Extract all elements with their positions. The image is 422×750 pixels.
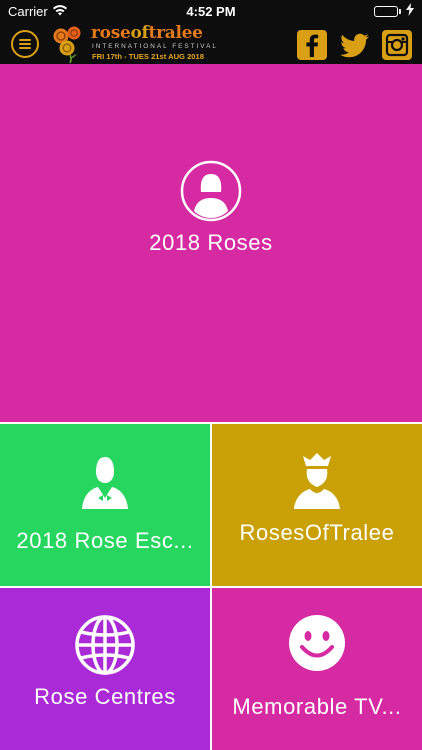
tile-label: 2018 Rose Esc... <box>16 528 194 553</box>
tile-memorable-tv[interactable]: Memorable TV... <box>212 588 422 750</box>
charging-icon <box>406 3 414 19</box>
roses-logo-icon <box>53 26 81 63</box>
woman-avatar-icon <box>180 160 242 222</box>
brand-tralee: tralee <box>148 23 203 43</box>
brand-name: roseoftralee <box>91 23 203 43</box>
twitter-button[interactable] <box>339 30 369 60</box>
tile-2018-roses[interactable]: 2018 Roses <box>0 64 422 422</box>
brand-of: of <box>130 23 149 43</box>
menu-icon-line <box>19 43 31 45</box>
tile-label: Rose Centres <box>34 684 176 709</box>
menu-button[interactable] <box>11 30 39 58</box>
man-escort-icon <box>82 457 128 509</box>
festival-logo[interactable]: roseoftralee INTERNATIONAL FESTIVAL FRI … <box>50 23 216 64</box>
crowned-person-icon <box>294 453 340 509</box>
smiley-icon <box>289 615 345 671</box>
festival-dates: FRI 17th - TUES 21st AUG 2018 <box>92 52 204 61</box>
facebook-button[interactable] <box>297 30 327 60</box>
menu-icon-line <box>19 39 31 41</box>
brand-rose: rose <box>91 23 131 43</box>
menu-icon-line <box>19 47 31 49</box>
app-header: roseoftralee INTERNATIONAL FESTIVAL FRI … <box>0 22 422 64</box>
status-bar: Carrier 4:52 PM <box>0 0 422 22</box>
tile-label: 2018 Roses <box>149 230 273 255</box>
tile-roses-of-tralee[interactable]: RosesOfTralee <box>212 424 422 586</box>
instagram-button[interactable] <box>382 30 412 60</box>
twitter-icon <box>340 33 369 58</box>
facebook-icon <box>306 34 319 57</box>
brand-subtitle: INTERNATIONAL FESTIVAL <box>92 43 218 50</box>
instagram-icon <box>385 33 409 57</box>
tile-label: Memorable TV... <box>232 694 402 719</box>
status-time: 4:52 PM <box>186 4 236 19</box>
battery-tip <box>399 9 401 14</box>
battery-icon <box>374 6 398 17</box>
globe-icon <box>75 615 135 675</box>
tile-rose-centres[interactable]: Rose Centres <box>0 588 210 750</box>
tile-label: RosesOfTralee <box>239 520 395 545</box>
tile-2018-rose-escorts[interactable]: 2018 Rose Esc... <box>0 424 210 586</box>
